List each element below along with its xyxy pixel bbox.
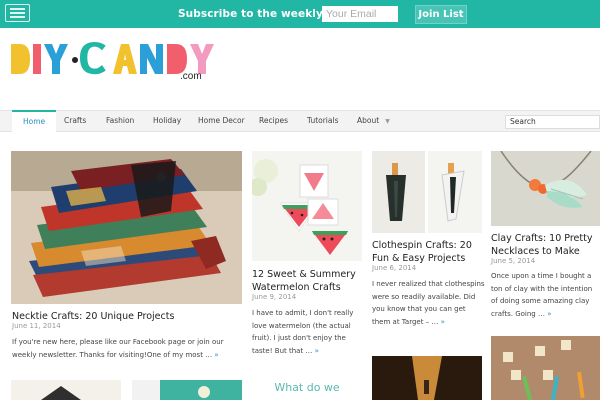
post-excerpt: I have to admit, I don't really love wat… bbox=[252, 307, 367, 357]
nav-item-holiday[interactable]: Holiday bbox=[153, 111, 181, 131]
post-excerpt: I never realized that clothespins were s… bbox=[372, 278, 485, 328]
nav-item-home-decor[interactable]: Home Decor bbox=[198, 111, 245, 131]
post-image[interactable] bbox=[491, 336, 600, 400]
email-field[interactable]: Your Email bbox=[322, 6, 398, 22]
clay-necklace-post-image[interactable] bbox=[491, 151, 600, 226]
clothespin-post-image[interactable] bbox=[372, 151, 482, 233]
nav-item-recipes[interactable]: Recipes bbox=[259, 111, 288, 131]
post-title[interactable]: Clay Crafts: 10 Pretty Necklaces to Make bbox=[491, 232, 600, 258]
partial-heading: What do we bbox=[274, 381, 340, 394]
post-date: June 9, 2014 bbox=[252, 293, 297, 301]
watermelon-post-image[interactable] bbox=[252, 151, 362, 261]
nav-item-tutorials[interactable]: Tutorials bbox=[307, 111, 338, 131]
nav-item-about-label: About bbox=[357, 116, 380, 125]
main-nav: Home Crafts Fashion Holiday Home Decor R… bbox=[0, 110, 600, 132]
search-input[interactable]: Search bbox=[505, 115, 600, 129]
post-image[interactable] bbox=[372, 356, 482, 400]
post-excerpt: Once upon a time I bought a ton of clay … bbox=[491, 270, 600, 320]
read-more-link[interactable]: » bbox=[214, 351, 218, 359]
post-excerpt-text: Once upon a time I bought a ton of clay … bbox=[491, 272, 593, 318]
post-image[interactable] bbox=[11, 380, 121, 400]
post-date: June 11, 2014 bbox=[12, 322, 61, 330]
join-list-button[interactable]: Join List bbox=[415, 5, 467, 24]
post-excerpt-text: I have to admit, I don't really love wat… bbox=[252, 309, 354, 355]
post-date: June 6, 2014 bbox=[372, 264, 417, 272]
post-excerpt: If you're new here, please like our Face… bbox=[12, 336, 244, 361]
nav-item-fashion[interactable]: Fashion bbox=[106, 111, 134, 131]
read-more-link[interactable]: » bbox=[315, 347, 319, 355]
post-image[interactable]: What do we bbox=[252, 376, 362, 400]
read-more-link[interactable]: » bbox=[441, 318, 445, 326]
subscribe-bar: Subscribe to the weekly email! Your Emai… bbox=[0, 0, 600, 28]
post-title[interactable]: 12 Sweet & Summery Watermelon Crafts bbox=[252, 268, 364, 294]
post-excerpt-text: If you're new here, please like our Face… bbox=[12, 338, 224, 359]
post-excerpt-text: I never realized that clothespins were s… bbox=[372, 280, 485, 326]
necktie-post-image[interactable] bbox=[11, 151, 242, 304]
nav-item-about[interactable]: About ▼ bbox=[357, 111, 390, 131]
nav-item-crafts[interactable]: Crafts bbox=[64, 111, 86, 131]
post-date: June 5, 2014 bbox=[491, 257, 536, 265]
chevron-down-icon: ▼ bbox=[385, 118, 390, 125]
post-image[interactable] bbox=[132, 380, 242, 400]
read-more-link[interactable]: » bbox=[547, 310, 551, 318]
post-title[interactable]: Clothespin Crafts: 20 Fun & Easy Project… bbox=[372, 239, 484, 265]
nav-item-home[interactable]: Home bbox=[12, 110, 57, 132]
logo-domain: .com bbox=[180, 71, 202, 82]
menu-icon[interactable] bbox=[5, 4, 30, 22]
